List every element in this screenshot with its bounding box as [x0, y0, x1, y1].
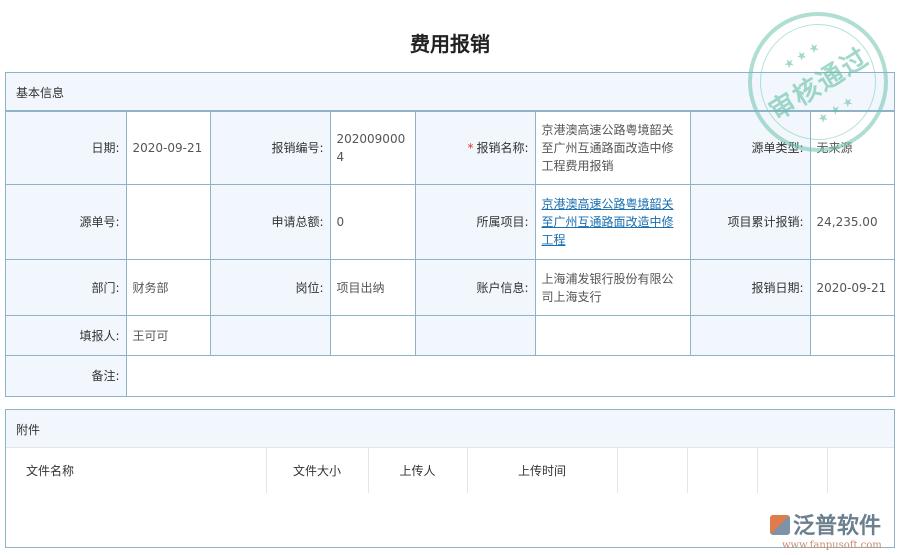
col-file-size: 文件大小: [266, 448, 369, 493]
empty-label: [209, 315, 331, 356]
col-empty: [827, 448, 894, 493]
value-source-no: [125, 184, 211, 260]
value-date: 2020-09-21: [125, 111, 211, 185]
value-expense-no: 2020090004: [329, 111, 416, 185]
col-empty: [617, 448, 688, 493]
label-expense-name: * 报销名称:: [414, 111, 536, 185]
section-title: 附件: [6, 410, 894, 448]
label-account: 账户信息:: [414, 259, 536, 316]
col-upload-time: 上传时间: [467, 448, 618, 493]
basic-info-section: 基本信息 日期: 2020-09-21 报销编号: 2020090004 * 报销…: [5, 72, 895, 397]
value-project-cumulative: 24,235.00: [809, 184, 894, 260]
section-title: 基本信息: [6, 73, 894, 111]
attachments-table: 文件名称 文件大小 上传人 上传时间: [6, 448, 894, 493]
label-department: 部门:: [6, 259, 127, 316]
value-position: 项目出纳: [329, 259, 416, 316]
value-remark: [125, 355, 894, 396]
label-source-type: 源单类型:: [689, 111, 811, 185]
label-expense-no: 报销编号:: [209, 111, 331, 185]
label-total-amount: 申请总额:: [209, 184, 331, 260]
project-link[interactable]: 京港澳高速公路粤境韶关至广州互通路面改造中修工程: [542, 197, 674, 247]
page-title: 费用报销: [410, 32, 490, 56]
value-filler: 王可可: [125, 315, 211, 356]
empty-label: [689, 315, 811, 356]
value-expense-name: 京港澳高速公路粤境韶关至广州互通路面改造中修工程费用报销: [534, 111, 691, 185]
label-filler: 填报人:: [6, 315, 127, 356]
value-expense-date: 2020-09-21: [809, 259, 894, 316]
label-position: 岗位:: [209, 259, 331, 316]
label-source-no: 源单号:: [6, 184, 127, 260]
company-logo: 泛普软件 www.fanpusoft.com: [770, 508, 882, 551]
empty-label: [414, 315, 536, 356]
value-account: 上海浦发银行股份有限公司上海支行: [534, 259, 691, 316]
col-empty: [687, 448, 758, 493]
required-asterisk: *: [467, 141, 474, 155]
col-file-name: 文件名称: [6, 448, 267, 493]
basic-info-table: 日期: 2020-09-21 报销编号: 2020090004 * 报销名称: 京…: [6, 111, 894, 396]
label-remark: 备注:: [6, 355, 127, 396]
label-expense-date: 报销日期:: [689, 259, 811, 316]
empty-value: [329, 315, 416, 356]
value-department: 财务部: [125, 259, 211, 316]
col-uploader: 上传人: [368, 448, 468, 493]
value-source-type: 无来源: [809, 111, 894, 185]
empty-value: [534, 315, 691, 356]
label-project-cumulative: 项目累计报销:: [689, 184, 811, 260]
empty-value: [809, 315, 894, 356]
logo-icon: [770, 515, 790, 535]
value-total-amount: 0: [329, 184, 416, 260]
col-empty: [757, 448, 828, 493]
label-date: 日期:: [6, 111, 127, 185]
attachments-section: 附件 文件名称 文件大小 上传人 上传时间: [5, 409, 895, 548]
label-project: 所属项目:: [414, 184, 536, 260]
